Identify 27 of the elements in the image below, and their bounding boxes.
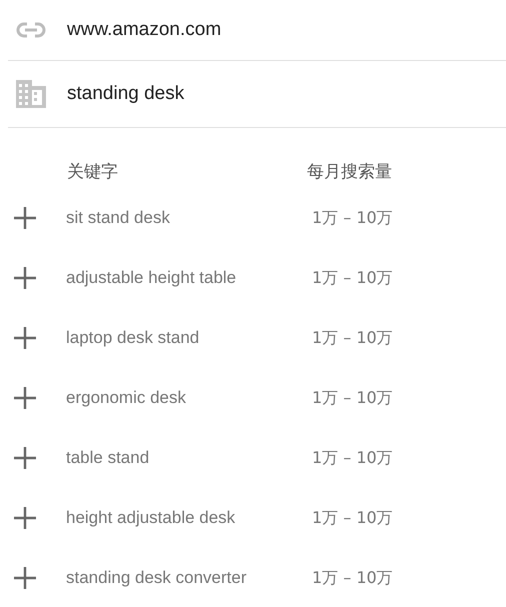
volume-cell: 1万 – 10万 [312, 448, 393, 468]
building-icon [16, 80, 46, 108]
add-icon[interactable] [14, 567, 36, 589]
keyword-cell-text: laptop desk stand [66, 328, 200, 348]
keyword-cell-text: height adjustable desk [66, 508, 236, 528]
volume-cell: 1万 – 10万 [312, 268, 393, 288]
keyword-cell-text: ergonomic desk [66, 388, 188, 408]
add-icon[interactable] [14, 447, 36, 469]
volume-cell: 1万 – 10万 [312, 388, 393, 408]
column-header: 关键字 [67, 160, 119, 182]
volume-cell: 1万 – 10万 [312, 328, 393, 348]
link-icon [16, 22, 46, 38]
volume-cell: 1万 – 10万 [312, 568, 393, 588]
column-header: 每月搜索量 [307, 160, 392, 182]
volume-cell: 1万 – 10万 [312, 508, 393, 528]
keyword-cell-text: adjustable height table [66, 268, 238, 288]
volume-cell: 1万 – 10万 [312, 208, 393, 228]
product-field[interactable]: standing desk [67, 83, 447, 105]
add-icon[interactable] [14, 387, 36, 409]
add-icon[interactable] [14, 207, 36, 229]
add-icon[interactable] [14, 267, 36, 289]
keyword-cell-text: sit stand desk [66, 208, 171, 228]
keyword-cell-text: standing desk converter [66, 568, 248, 588]
keyword-cell-text: table stand [66, 448, 150, 468]
add-icon[interactable] [14, 507, 36, 529]
website-field[interactable]: www.amazon.com [67, 19, 447, 41]
add-icon[interactable] [14, 327, 36, 349]
